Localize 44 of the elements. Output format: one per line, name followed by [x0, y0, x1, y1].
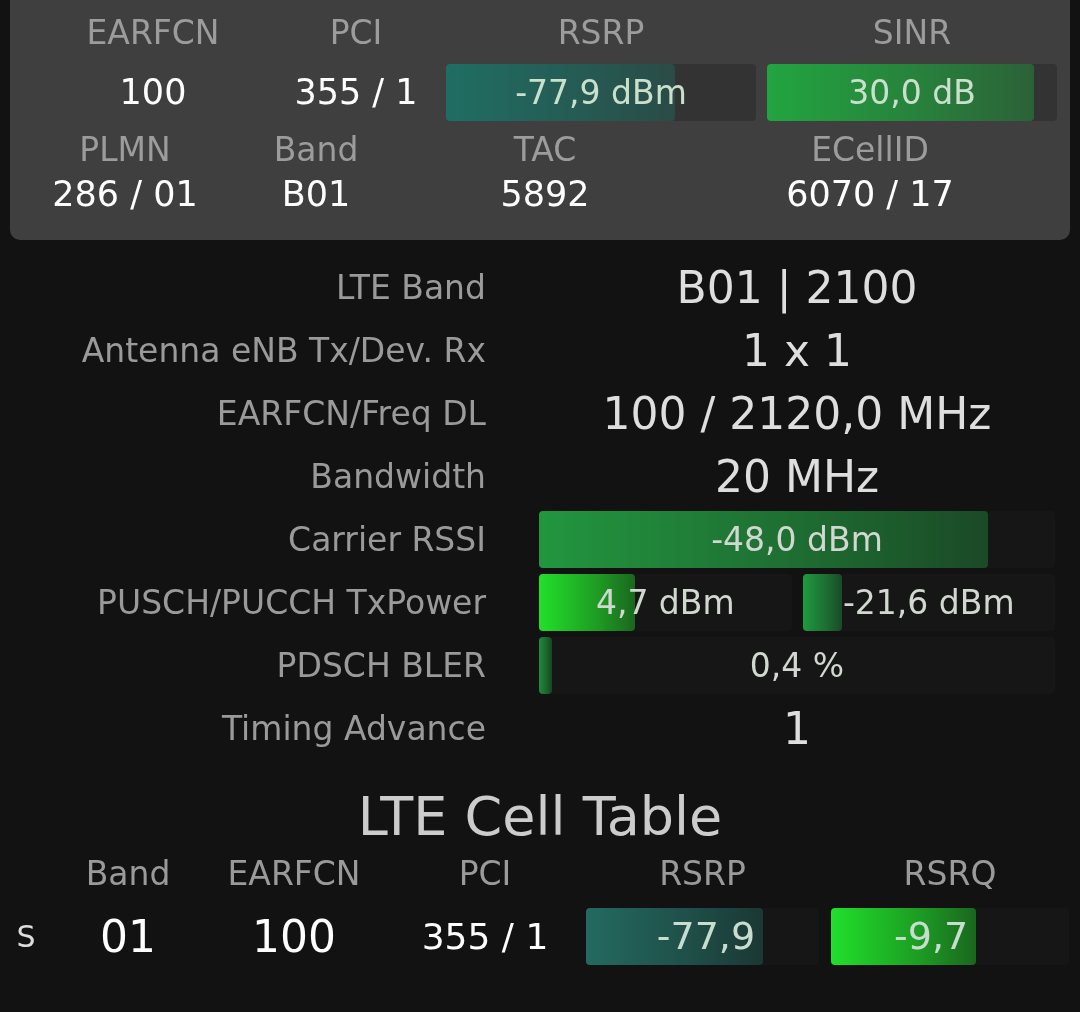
- column-label: PLMN: [79, 129, 171, 171]
- meter-value: -77,9: [656, 913, 756, 960]
- field-label: LTE Band: [334, 266, 486, 309]
- cell-type: S: [16, 918, 36, 956]
- column-label: EARFCN: [86, 12, 220, 54]
- field-value: 100 / 2120,0 MHz: [602, 387, 992, 441]
- column-label: Band: [273, 129, 359, 171]
- field-value: 20 MHz: [714, 450, 880, 504]
- meter-value: -77,9 dBm: [515, 71, 687, 114]
- field-value: B01 | 2100: [676, 261, 918, 316]
- column-header: RSRQ: [903, 853, 997, 895]
- field-value: 1 x 1: [742, 324, 852, 378]
- column-header: PCI: [458, 853, 512, 895]
- column-label: RSRP: [557, 12, 645, 54]
- column-label: ECellID: [811, 129, 929, 171]
- field-label: EARFCN/Freq DL: [215, 392, 486, 435]
- meter-value: 0,4 %: [749, 644, 845, 687]
- table-title: LTE Cell Table: [357, 784, 723, 850]
- meter-value: -9,7: [894, 913, 969, 960]
- cell-value: 100: [119, 71, 187, 114]
- field-label: PUSCH/PUCCH TxPower: [96, 581, 486, 624]
- field-label: PDSCH BLER: [275, 644, 486, 687]
- column-header: RSRP: [659, 853, 746, 895]
- meter-value: -21,6 dBm: [842, 581, 1015, 624]
- cell-value: 5892: [500, 173, 590, 216]
- cell-value: B01: [281, 173, 351, 216]
- meter-value: 30,0 dB: [848, 71, 976, 114]
- field-label: Carrier RSSI: [287, 518, 486, 561]
- cell-value: 355 / 1: [294, 71, 418, 114]
- field-value: 1: [783, 702, 811, 756]
- meter-value: -48,0 dBm: [711, 518, 883, 561]
- field-label: Antenna eNB Tx/Dev. Rx: [80, 329, 486, 372]
- field-label: Timing Advance: [220, 707, 486, 750]
- column-label: PCI: [329, 12, 383, 54]
- cell-value: 286 / 01: [52, 173, 198, 216]
- column-label: TAC: [513, 129, 577, 171]
- column-header: EARFCN: [227, 853, 361, 895]
- field-label: Bandwidth: [309, 455, 486, 498]
- table-cell-text: 355 / 1: [421, 914, 549, 959]
- column-header: Band: [85, 853, 171, 895]
- cell-value: 6070 / 17: [786, 173, 954, 216]
- table-cell-text: 100: [252, 909, 336, 964]
- table-cell-text: 01: [100, 909, 156, 964]
- column-label: SINR: [872, 12, 952, 54]
